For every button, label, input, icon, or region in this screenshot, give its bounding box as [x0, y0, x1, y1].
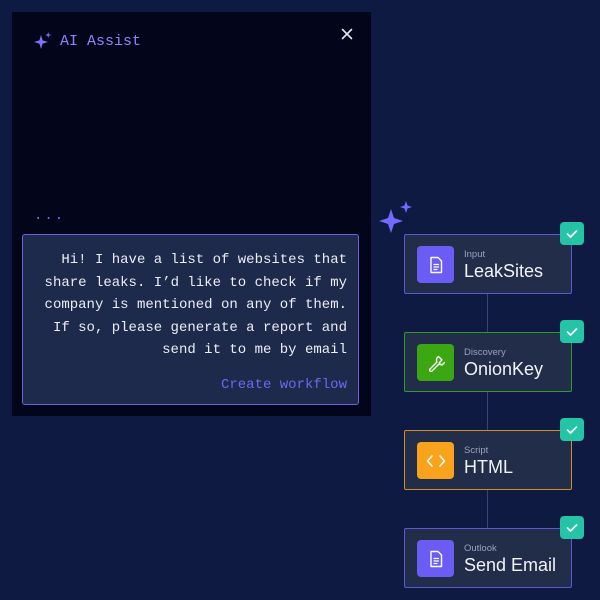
check-icon [566, 523, 578, 532]
completed-badge [560, 418, 584, 441]
check-icon [566, 229, 578, 238]
workflow-node-onionkey[interactable]: Discovery OnionKey [404, 320, 584, 392]
node-name: OnionKey [464, 359, 544, 379]
code-icon [426, 454, 445, 467]
workflow-connector [487, 392, 488, 430]
check-icon [566, 425, 578, 434]
message-line: Hi! I have a list of websites that [61, 252, 347, 268]
message-line: company is mentioned on any of them. [44, 297, 347, 313]
workflow-connector [487, 294, 488, 332]
document-icon [429, 550, 442, 567]
sparkle-icon [379, 201, 412, 233]
ai-assist-panel: AI Assist ... Hi! I have a list of websi… [12, 12, 371, 416]
check-icon [566, 327, 578, 336]
node-icon-box [417, 344, 454, 381]
message-line: send it to me by email [162, 342, 347, 358]
node-icon-box [417, 540, 454, 577]
node-type: Script [464, 445, 489, 456]
message-text: Hi! I have a list of websites that share… [37, 249, 347, 362]
node-type: Discovery [464, 347, 506, 358]
completed-badge [560, 222, 584, 245]
node-type: Input [464, 249, 486, 260]
completed-badge [560, 516, 584, 539]
node-name: LeakSites [464, 261, 544, 281]
panel-title: AI Assist [60, 32, 142, 50]
node-name: HTML [464, 457, 513, 477]
close-button[interactable] [337, 24, 357, 44]
workflow-node-html[interactable]: Script HTML [404, 418, 584, 490]
workflow-node-send-email[interactable]: Outlook Send Email [404, 516, 584, 588]
close-icon [341, 28, 353, 40]
workflow-connector [487, 490, 488, 528]
completed-badge [560, 320, 584, 343]
panel-header: AI Assist [34, 32, 141, 50]
typing-indicator: ... [34, 208, 66, 224]
sparkle-icon [34, 32, 52, 49]
node-icon-box [417, 246, 454, 283]
workflow-node-leaksites[interactable]: Input LeakSites [404, 222, 584, 294]
create-workflow-link[interactable]: Create workflow [221, 377, 347, 393]
document-icon [429, 256, 442, 273]
node-type: Outlook [464, 543, 497, 554]
message-line: If so, please generate a report and [52, 319, 347, 336]
node-icon-box [417, 442, 454, 479]
user-message: Hi! I have a list of websites that share… [22, 234, 359, 405]
node-name: Send Email [464, 555, 557, 575]
wrench-icon [428, 355, 445, 372]
message-line: share leaks. I’d like to check if my [44, 274, 347, 291]
